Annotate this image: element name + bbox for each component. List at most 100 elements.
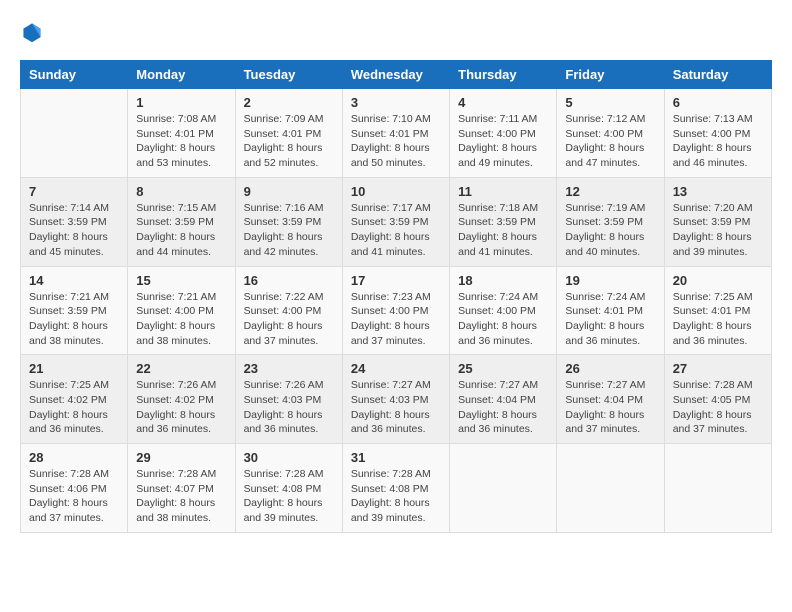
calendar-cell: 31 Sunrise: 7:28 AMSunset: 4:08 PMDayligh… [342,444,449,533]
calendar-cell: 13 Sunrise: 7:20 AMSunset: 3:59 PMDayligh… [664,177,771,266]
day-info: Sunrise: 7:28 AMSunset: 4:08 PMDaylight:… [351,467,441,526]
day-info: Sunrise: 7:28 AMSunset: 4:05 PMDaylight:… [673,378,763,437]
calendar-cell [664,444,771,533]
day-info: Sunrise: 7:08 AMSunset: 4:01 PMDaylight:… [136,112,226,171]
calendar-cell: 21 Sunrise: 7:25 AMSunset: 4:02 PMDayligh… [21,355,128,444]
day-number: 28 [29,450,119,465]
calendar-cell: 2Sunrise: 7:09 AMSunset: 4:01 PMDaylight… [235,89,342,178]
day-number: 30 [244,450,334,465]
calendar-cell: 15Sunrise: 7:21 AMSunset: 4:00 PMDayligh… [128,266,235,355]
calendar-cell: 22Sunrise: 7:26 AMSunset: 4:02 PMDayligh… [128,355,235,444]
calendar-cell: 23 Sunrise: 7:26 AMSunset: 4:03 PMDayligh… [235,355,342,444]
day-info: Sunrise: 7:22 AMSunset: 4:00 PMDaylight:… [244,290,334,349]
day-info: Sunrise: 7:28 AMSunset: 4:06 PMDaylight:… [29,467,119,526]
day-info: Sunrise: 7:09 AMSunset: 4:01 PMDaylight:… [244,112,334,171]
day-number: 25 [458,361,548,376]
day-number: 23 [244,361,334,376]
day-info: Sunrise: 7:17 AMSunset: 3:59 PMDaylight:… [351,201,441,260]
calendar-cell: 12 Sunrise: 7:19 AMSunset: 3:59 PMDayligh… [557,177,664,266]
day-number: 5 [565,95,655,110]
day-number: 14 [29,273,119,288]
day-info: Sunrise: 7:20 AMSunset: 3:59 PMDaylight:… [673,201,763,260]
day-info: Sunrise: 7:23 AMSunset: 4:00 PMDaylight:… [351,290,441,349]
day-info: Sunrise: 7:12 AMSunset: 4:00 PMDaylight:… [565,112,655,171]
day-info: Sunrise: 7:16 AMSunset: 3:59 PMDaylight:… [244,201,334,260]
day-number: 9 [244,184,334,199]
logo [20,20,48,44]
calendar-cell: 18 Sunrise: 7:24 AMSunset: 4:00 PMDayligh… [450,266,557,355]
calendar-cell: 29 Sunrise: 7:28 AMSunset: 4:07 PMDayligh… [128,444,235,533]
day-info: Sunrise: 7:28 AMSunset: 4:08 PMDaylight:… [244,467,334,526]
weekday-header: Wednesday [342,61,449,89]
day-info: Sunrise: 7:13 AMSunset: 4:00 PMDaylight:… [673,112,763,171]
calendar-cell: 10 Sunrise: 7:17 AMSunset: 3:59 PMDayligh… [342,177,449,266]
day-number: 19 [565,273,655,288]
calendar-cell: 1 Sunrise: 7:08 AMSunset: 4:01 PMDaylight… [128,89,235,178]
day-number: 17 [351,273,441,288]
calendar-week-row: 14Sunrise: 7:21 AMSunset: 3:59 PMDayligh… [21,266,772,355]
day-number: 10 [351,184,441,199]
day-info: Sunrise: 7:27 AMSunset: 4:04 PMDaylight:… [458,378,548,437]
day-number: 12 [565,184,655,199]
day-number: 13 [673,184,763,199]
calendar-cell [21,89,128,178]
day-info: Sunrise: 7:15 AMSunset: 3:59 PMDaylight:… [136,201,226,260]
day-info: Sunrise: 7:27 AMSunset: 4:03 PMDaylight:… [351,378,441,437]
logo-icon [20,20,44,44]
day-number: 18 [458,273,548,288]
day-number: 4 [458,95,548,110]
calendar-cell: 20Sunrise: 7:25 AMSunset: 4:01 PMDayligh… [664,266,771,355]
calendar-cell: 14Sunrise: 7:21 AMSunset: 3:59 PMDayligh… [21,266,128,355]
day-number: 21 [29,361,119,376]
calendar-cell: 5 Sunrise: 7:12 AMSunset: 4:00 PMDaylight… [557,89,664,178]
day-number: 11 [458,184,548,199]
day-number: 29 [136,450,226,465]
day-info: Sunrise: 7:14 AMSunset: 3:59 PMDaylight:… [29,201,119,260]
calendar-cell: 26Sunrise: 7:27 AMSunset: 4:04 PMDayligh… [557,355,664,444]
calendar-cell: 9 Sunrise: 7:16 AMSunset: 3:59 PMDaylight… [235,177,342,266]
calendar-cell: 6 Sunrise: 7:13 AMSunset: 4:00 PMDaylight… [664,89,771,178]
day-number: 20 [673,273,763,288]
calendar-cell: 3 Sunrise: 7:10 AMSunset: 4:01 PMDaylight… [342,89,449,178]
weekday-header: Thursday [450,61,557,89]
day-info: Sunrise: 7:24 AMSunset: 4:01 PMDaylight:… [565,290,655,349]
page-header [20,20,772,44]
day-number: 7 [29,184,119,199]
calendar-cell: 7 Sunrise: 7:14 AMSunset: 3:59 PMDaylight… [21,177,128,266]
calendar-cell: 19 Sunrise: 7:24 AMSunset: 4:01 PMDayligh… [557,266,664,355]
calendar-cell: 11 Sunrise: 7:18 AMSunset: 3:59 PMDayligh… [450,177,557,266]
day-number: 15 [136,273,226,288]
calendar-cell [450,444,557,533]
day-info: Sunrise: 7:28 AMSunset: 4:07 PMDaylight:… [136,467,226,526]
day-info: Sunrise: 7:10 AMSunset: 4:01 PMDaylight:… [351,112,441,171]
calendar-week-row: 7 Sunrise: 7:14 AMSunset: 3:59 PMDaylight… [21,177,772,266]
calendar-cell: 17 Sunrise: 7:23 AMSunset: 4:00 PMDayligh… [342,266,449,355]
calendar-cell: 28 Sunrise: 7:28 AMSunset: 4:06 PMDayligh… [21,444,128,533]
calendar-cell: 4Sunrise: 7:11 AMSunset: 4:00 PMDaylight… [450,89,557,178]
day-info: Sunrise: 7:18 AMSunset: 3:59 PMDaylight:… [458,201,548,260]
day-number: 22 [136,361,226,376]
weekday-header: Saturday [664,61,771,89]
weekday-header: Monday [128,61,235,89]
day-number: 16 [244,273,334,288]
calendar-cell: 16 Sunrise: 7:22 AMSunset: 4:00 PMDayligh… [235,266,342,355]
day-info: Sunrise: 7:25 AMSunset: 4:02 PMDaylight:… [29,378,119,437]
day-number: 8 [136,184,226,199]
calendar-cell [557,444,664,533]
calendar-cell: 8 Sunrise: 7:15 AMSunset: 3:59 PMDaylight… [128,177,235,266]
day-number: 3 [351,95,441,110]
calendar-cell: 30 Sunrise: 7:28 AMSunset: 4:08 PMDayligh… [235,444,342,533]
day-number: 31 [351,450,441,465]
day-number: 26 [565,361,655,376]
calendar-cell: 25 Sunrise: 7:27 AMSunset: 4:04 PMDayligh… [450,355,557,444]
day-number: 6 [673,95,763,110]
calendar-week-row: 28 Sunrise: 7:28 AMSunset: 4:06 PMDayligh… [21,444,772,533]
day-number: 1 [136,95,226,110]
calendar-week-row: 1 Sunrise: 7:08 AMSunset: 4:01 PMDaylight… [21,89,772,178]
calendar-cell: 27Sunrise: 7:28 AMSunset: 4:05 PMDayligh… [664,355,771,444]
day-info: Sunrise: 7:19 AMSunset: 3:59 PMDaylight:… [565,201,655,260]
day-info: Sunrise: 7:24 AMSunset: 4:00 PMDaylight:… [458,290,548,349]
day-info: Sunrise: 7:26 AMSunset: 4:03 PMDaylight:… [244,378,334,437]
calendar-week-row: 21 Sunrise: 7:25 AMSunset: 4:02 PMDayligh… [21,355,772,444]
weekday-header: Tuesday [235,61,342,89]
